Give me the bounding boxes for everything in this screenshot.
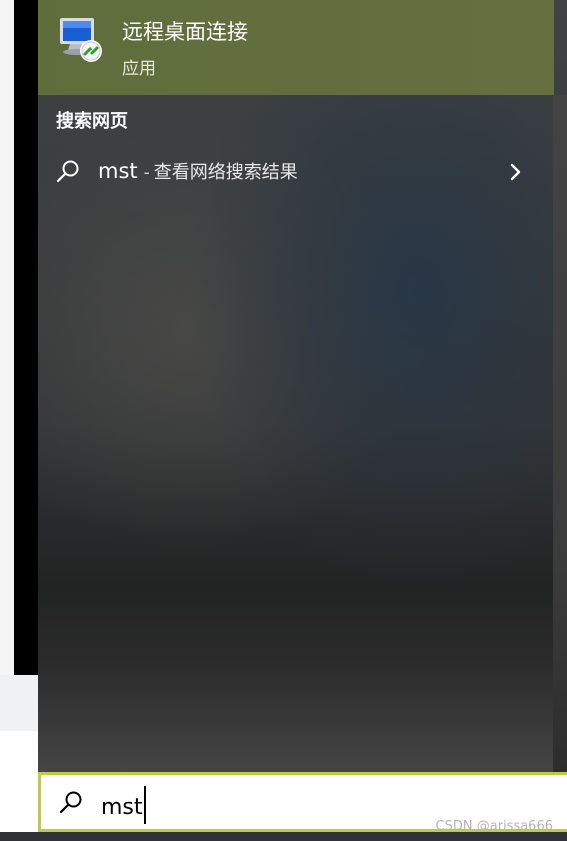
- chevron-right-icon[interactable]: [508, 162, 524, 182]
- search-box[interactable]: mst CSDN @arissa666: [38, 772, 567, 834]
- app-type-label: 应用: [122, 59, 156, 79]
- search-input[interactable]: mst: [101, 786, 146, 827]
- background-window-lower: [0, 675, 38, 731]
- search-icon: [59, 791, 82, 814]
- search-icon: [56, 160, 79, 183]
- section-header-web-search: 搜索网页: [56, 111, 128, 132]
- taskbar: [38, 832, 567, 841]
- panel-scroll-edge: [553, 95, 567, 772]
- search-results-panel: 远程桌面连接 应用 搜索网页 mst - 查看网络搜索结果: [38, 0, 567, 772]
- taskbar-fragment: [0, 832, 38, 841]
- text-caret: [143, 786, 146, 824]
- best-match-result-remote-desktop[interactable]: 远程桌面连接 应用: [38, 0, 554, 95]
- web-suggestion-description: 查看网络搜索结果: [153, 162, 298, 183]
- background-window-bottom: [0, 731, 38, 841]
- remote-desktop-icon: [60, 18, 102, 62]
- web-search-suggestion[interactable]: mst - 查看网络搜索结果: [38, 148, 554, 196]
- web-suggestion-text: mst - 查看网络搜索结果: [98, 158, 298, 184]
- web-suggestion-query: mst: [98, 159, 138, 183]
- app-title: 远程桌面连接: [122, 20, 248, 44]
- search-input-value: mst: [101, 795, 143, 820]
- background-window-edge: [14, 0, 38, 675]
- web-suggestion-separator: -: [143, 163, 150, 183]
